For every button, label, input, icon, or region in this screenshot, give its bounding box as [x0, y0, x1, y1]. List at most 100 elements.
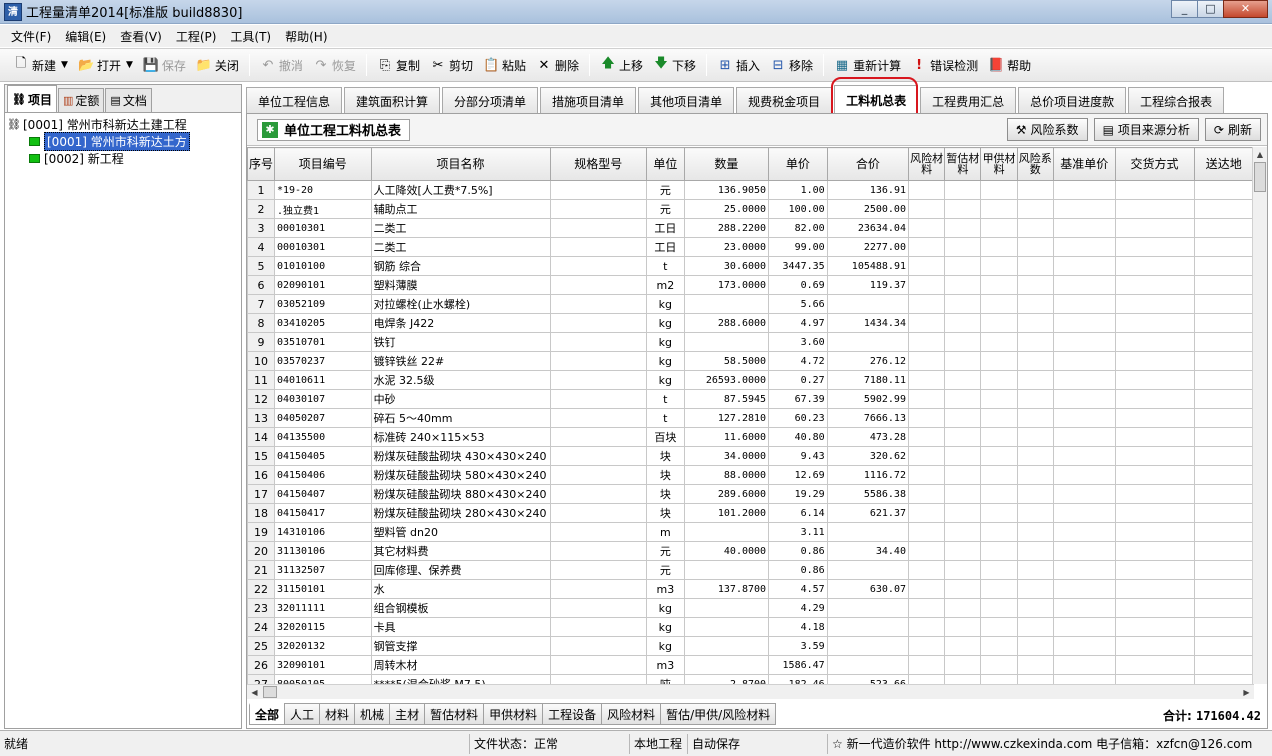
table-cell[interactable] [944, 560, 982, 580]
table-cell[interactable]: 34.40 [826, 541, 909, 561]
table-cell[interactable] [907, 275, 946, 295]
table-cell[interactable] [549, 674, 648, 684]
table-cell[interactable] [1193, 313, 1254, 333]
table-cell[interactable] [1052, 484, 1116, 504]
table-cell[interactable]: 5902.99 [826, 389, 909, 409]
table-cell[interactable] [1016, 541, 1054, 561]
table-cell[interactable] [907, 655, 946, 675]
table-cell[interactable] [944, 389, 982, 409]
table-cell[interactable]: 32090101 [273, 655, 372, 675]
table-cell[interactable]: 吨 [646, 674, 685, 684]
tab-unit-info[interactable]: 单位工程信息 [246, 87, 343, 114]
table-cell[interactable] [1193, 617, 1254, 637]
table-cell[interactable]: 136.91 [826, 180, 909, 200]
table-row[interactable]: 25 32020132 钢管支撑 kg 3.59 [247, 636, 1254, 656]
table-cell[interactable]: 0.86 [768, 560, 828, 580]
table-cell[interactable]: 119.37 [826, 275, 909, 295]
table-cell[interactable] [826, 598, 909, 618]
table-cell[interactable]: m3 [646, 655, 685, 675]
table-cell[interactable]: 卡具 [370, 617, 551, 637]
col-header[interactable]: 序号 [247, 147, 275, 181]
table-row[interactable]: 22 31150101 水 m3 137.8700 4.57 630.07 [247, 579, 1254, 599]
table-cell[interactable] [980, 389, 1018, 409]
vertical-scrollbar[interactable]: ▲ [1252, 147, 1267, 684]
col-header[interactable]: 数量 [683, 147, 770, 181]
table-cell[interactable]: 137.8700 [683, 579, 770, 599]
table-cell[interactable] [1114, 617, 1195, 637]
table-cell[interactable]: 03052109 [273, 294, 372, 314]
table-cell[interactable] [980, 408, 1018, 428]
table-cell[interactable] [907, 503, 946, 523]
table-cell[interactable]: m2 [646, 275, 685, 295]
table-row[interactable]: 13 04050207 碎石 5～40mm t 127.2810 60.23 7666.13 [247, 408, 1254, 428]
table-cell[interactable]: 元 [646, 199, 685, 219]
table-cell[interactable]: 标准砖 240×115×53 [370, 427, 551, 447]
table-cell[interactable] [1052, 522, 1116, 542]
table-cell[interactable] [826, 522, 909, 542]
table-cell[interactable]: 23 [247, 598, 275, 618]
table-cell[interactable] [1016, 389, 1054, 409]
table-cell[interactable] [1016, 636, 1054, 656]
table-cell[interactable] [826, 560, 909, 580]
table-cell[interactable]: 34.0000 [683, 446, 770, 466]
table-cell[interactable] [1052, 598, 1116, 618]
table-cell[interactable]: 中砂 [370, 389, 551, 409]
table-cell[interactable] [1193, 256, 1254, 276]
table-cell[interactable] [1193, 351, 1254, 371]
table-cell[interactable] [1114, 465, 1195, 485]
scroll-thumb[interactable] [263, 686, 277, 698]
table-cell[interactable]: 0.86 [768, 541, 828, 561]
table-cell[interactable]: 20 [247, 541, 275, 561]
table-cell[interactable] [907, 522, 946, 542]
table-cell[interactable] [1052, 617, 1116, 637]
table-cell[interactable]: 21 [247, 560, 275, 580]
table-cell[interactable] [1016, 199, 1054, 219]
table-cell[interactable] [907, 484, 946, 504]
table-cell[interactable] [549, 579, 648, 599]
table-cell[interactable]: 18 [247, 503, 275, 523]
table-cell[interactable]: 11.6000 [683, 427, 770, 447]
filter-tab-materials[interactable]: 材料 [319, 703, 356, 725]
filter-tab-provisional[interactable]: 暂估材料 [424, 703, 485, 725]
table-row[interactable]: 3 00010301 二类工 工日 288.2200 82.00 23634.04 [247, 218, 1254, 238]
table-cell[interactable] [549, 560, 648, 580]
save-button[interactable]: 💾 保存 [138, 52, 191, 78]
table-cell[interactable]: 03410205 [273, 313, 372, 333]
table-cell[interactable]: 工日 [646, 218, 685, 238]
table-cell[interactable] [683, 522, 770, 542]
table-cell[interactable]: 19 [247, 522, 275, 542]
table-cell[interactable] [980, 541, 1018, 561]
table-cell[interactable] [980, 180, 1018, 200]
table-cell[interactable]: 铁钉 [370, 332, 551, 352]
table-cell[interactable] [1052, 446, 1116, 466]
table-cell[interactable]: 31132507 [273, 560, 372, 580]
table-cell[interactable] [1052, 408, 1116, 428]
table-cell[interactable]: 32020132 [273, 636, 372, 656]
filter-tab-labor[interactable]: 人工 [284, 703, 321, 725]
col-header[interactable]: 交货方式 [1114, 147, 1195, 181]
table-cell[interactable]: kg [646, 313, 685, 333]
table-cell[interactable]: 136.9050 [683, 180, 770, 200]
table-cell[interactable] [944, 218, 982, 238]
table-cell[interactable]: 粉煤灰硅酸盐砌块 580×430×240 [370, 465, 551, 485]
table-cell[interactable]: m [646, 522, 685, 542]
table-cell[interactable] [1016, 275, 1054, 295]
table-row[interactable]: 9 03510701 铁钉 kg 3.60 [247, 332, 1254, 352]
table-cell[interactable] [1016, 427, 1054, 447]
table-cell[interactable] [683, 636, 770, 656]
table-row[interactable]: 26 32090101 周转木材 m3 1586.47 [247, 655, 1254, 675]
col-header[interactable]: 基准单价 [1052, 147, 1116, 181]
table-cell[interactable]: 24 [247, 617, 275, 637]
table-cell[interactable]: 二类工 [370, 218, 551, 238]
col-header[interactable]: 甲供材料 [980, 147, 1018, 181]
tab-sub-items[interactable]: 分部分项清单 [442, 87, 539, 114]
table-cell[interactable]: 40.80 [768, 427, 828, 447]
table-cell[interactable]: 塑料管 dn20 [370, 522, 551, 542]
table-cell[interactable] [1114, 313, 1195, 333]
table-cell[interactable]: 00010301 [273, 218, 372, 238]
table-cell[interactable]: 00010301 [273, 237, 372, 257]
filter-tab-machinery[interactable]: 机械 [354, 703, 391, 725]
table-cell[interactable] [944, 237, 982, 257]
table-cell[interactable] [944, 446, 982, 466]
table-cell[interactable]: 块 [646, 503, 685, 523]
